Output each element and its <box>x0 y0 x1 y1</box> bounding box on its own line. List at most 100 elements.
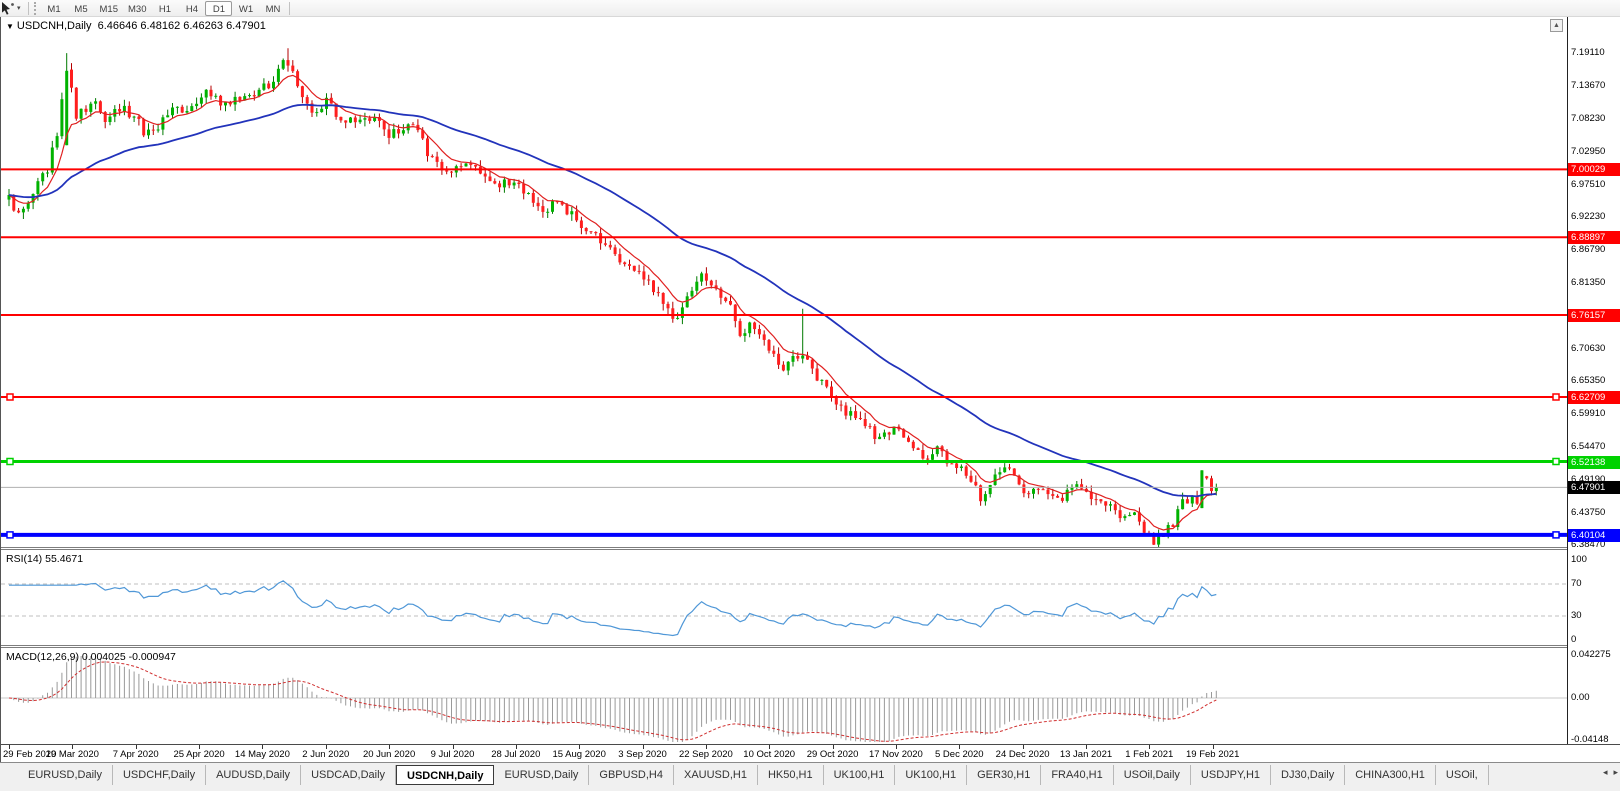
timeframe-button-H4[interactable]: H4 <box>178 1 205 16</box>
price-axis-label: 7.08230 <box>1571 113 1605 125</box>
date-axis-label: 14 May 2020 <box>232 749 292 760</box>
date-axis-label: 13 Jan 2021 <box>1056 749 1116 760</box>
object-list-toggle-icon[interactable]: ▼ <box>6 22 14 31</box>
macd-values: 0.004025 -0.000947 <box>82 651 176 663</box>
chart-symbol-period: USDCNH,Daily <box>17 20 92 32</box>
date-axis-label: 15 Aug 2020 <box>549 749 609 760</box>
date-axis-label: 28 Jul 2020 <box>486 749 546 760</box>
price-line-badge: 6.62709 <box>1568 391 1620 404</box>
price-line-badge: 6.52138 <box>1568 456 1620 469</box>
chart-tab-china300-h1[interactable]: CHINA300,H1 <box>1345 765 1436 785</box>
price-axis-label: 6.86790 <box>1571 244 1605 256</box>
timeframe-button-MN[interactable]: MN <box>259 1 286 16</box>
chart-tab-fra40-h1[interactable]: FRA40,H1 <box>1041 765 1113 785</box>
chart-tab-uk100-h1[interactable]: UK100,H1 <box>895 765 967 785</box>
date-axis-label: 9 Jul 2020 <box>423 749 483 760</box>
toolbar-separator <box>289 2 290 15</box>
rsi-pane[interactable]: RSI(14) 55.4671 <box>1 550 1567 645</box>
chart-tab-usoil-daily[interactable]: USOil,Daily <box>1114 765 1191 785</box>
date-axis-label: 20 Jun 2020 <box>359 749 419 760</box>
chart-tab-audusd-daily[interactable]: AUDUSD,Daily <box>206 765 301 785</box>
chart-tab-gbpusd-h4[interactable]: GBPUSD,H4 <box>589 765 674 785</box>
chart-tab-usdcad-daily[interactable]: USDCAD,Daily <box>301 765 396 785</box>
tab-scroll-right-button[interactable]: ▸ <box>1613 767 1618 778</box>
price-line-badge: 6.40104 <box>1568 529 1620 542</box>
timeframe-button-W1[interactable]: W1 <box>232 1 259 16</box>
chart-scroll-up-button[interactable]: ▲ <box>1550 19 1563 32</box>
mt4-application: ▾ M1M5M15M30H1H4D1W1MN ▼USDCNH,Daily 6.4… <box>0 0 1620 791</box>
date-axis-label: 1 Feb 2021 <box>1119 749 1179 760</box>
chart-tabbar: EURUSD,DailyUSDCHF,DailyAUDUSD,DailyUSDC… <box>0 762 1620 791</box>
price-axis-label: 6.43750 <box>1571 507 1605 519</box>
chart-tab-hk50-h1[interactable]: HK50,H1 <box>758 765 824 785</box>
price-line-badge: 6.88897 <box>1568 231 1620 244</box>
macd-label: MACD(12,26,9) 0.004025 -0.000947 <box>6 651 176 663</box>
price-axis-label: 7.13670 <box>1571 80 1605 92</box>
toolbar-grip-handle[interactable] <box>34 2 37 15</box>
rsi-axis-label: 70 <box>1571 578 1582 590</box>
date-axis-label: 7 Apr 2020 <box>106 749 166 760</box>
price-axis-label: 6.92230 <box>1571 211 1605 223</box>
date-axis-label: 25 Apr 2020 <box>169 749 229 760</box>
chart-tab-eurusd-daily[interactable]: EURUSD,Daily <box>18 765 113 785</box>
timeframe-button-M1[interactable]: M1 <box>41 1 68 16</box>
date-axis-label: 19 Mar 2020 <box>42 749 102 760</box>
macd-axis-label: 0.042275 <box>1571 649 1611 661</box>
rsi-value: 55.4671 <box>45 553 83 565</box>
timeframe-button-H1[interactable]: H1 <box>151 1 178 16</box>
date-axis-label: 22 Sep 2020 <box>676 749 736 760</box>
cursor-tool-dropdown-caret[interactable]: ▾ <box>17 4 21 12</box>
date-axis-label: 3 Sep 2020 <box>613 749 673 760</box>
current-price-badge: 6.47901 <box>1568 481 1620 494</box>
price-line-badge: 7.00029 <box>1568 163 1620 176</box>
timeframe-button-M5[interactable]: M5 <box>68 1 95 16</box>
date-axis-label: 24 Dec 2020 <box>993 749 1053 760</box>
date-axis-label: 19 Feb 2021 <box>1183 749 1243 760</box>
price-axis[interactable]: 7.19110 7.13670 7.08230 7.02950 6.97510 6.922… <box>1567 17 1620 744</box>
chart-tab-xauusd-h1[interactable]: XAUUSD,H1 <box>674 765 758 785</box>
date-axis-label: 5 Dec 2020 <box>929 749 989 760</box>
date-axis[interactable]: 29 Feb 202019 Mar 20207 Apr 202025 Apr 2… <box>1 744 1620 762</box>
price-axis-label: 6.59910 <box>1571 408 1605 420</box>
chart-tab-usoil-[interactable]: USOil, <box>1436 765 1489 785</box>
rsi-axis-label: 30 <box>1571 610 1582 622</box>
macd-axis-label: -0.04148 <box>1571 734 1609 746</box>
timeframe-button-M30[interactable]: M30 <box>123 1 151 16</box>
chart-tab-usdcnh-daily[interactable]: USDCNH,Daily <box>396 765 494 785</box>
price-axis-label: 7.19110 <box>1571 47 1605 59</box>
timeframe-toolbar: ▾ M1M5M15M30H1H4D1W1MN <box>0 0 1620 17</box>
chart-tab-usdchf-daily[interactable]: USDCHF,Daily <box>113 765 206 785</box>
timeframe-button-M15[interactable]: M15 <box>95 1 123 16</box>
price-axis-label: 6.70630 <box>1571 343 1605 355</box>
chart-title: ▼USDCNH,Daily 6.46646 6.48162 6.46263 6.… <box>6 20 266 32</box>
price-line-badge: 6.76157 <box>1568 309 1620 322</box>
macd-pane[interactable]: MACD(12,26,9) 0.004025 -0.000947 <box>1 648 1567 744</box>
chart-tab-ger30-h1[interactable]: GER30,H1 <box>967 765 1041 785</box>
rsi-name: RSI(14) <box>6 553 42 565</box>
chart-tabs: EURUSD,DailyUSDCHF,DailyAUDUSD,DailyUSDC… <box>0 765 1592 785</box>
chart-tab-uk100-h1[interactable]: UK100,H1 <box>824 765 896 785</box>
macd-axis-label: 0.00 <box>1571 692 1590 704</box>
rsi-label: RSI(14) 55.4671 <box>6 553 83 565</box>
price-axis-label: 6.81350 <box>1571 277 1605 289</box>
timeframe-button-D1[interactable]: D1 <box>205 1 232 16</box>
chart-tab-dj30-daily[interactable]: DJ30,Daily <box>1271 765 1345 785</box>
tab-scroll-left-button[interactable]: ◂ <box>1603 767 1608 778</box>
chart-tab-eurusd-daily[interactable]: EURUSD,Daily <box>494 765 589 785</box>
tab-scroll-arrows: ◂ ▸ <box>1603 767 1618 778</box>
date-axis-label: 17 Nov 2020 <box>866 749 926 760</box>
chart-tab-usdjpy-h1[interactable]: USDJPY,H1 <box>1191 765 1271 785</box>
price-axis-label: 6.65350 <box>1571 375 1605 387</box>
price-axis-label: 7.02950 <box>1571 146 1605 158</box>
chart-ohlc-values: 6.46646 6.48162 6.46263 6.47901 <box>98 20 266 32</box>
date-axis-label: 29 Oct 2020 <box>803 749 863 760</box>
price-axis-label: 6.97510 <box>1571 179 1605 191</box>
date-axis-label: 10 Oct 2020 <box>739 749 799 760</box>
timeframe-buttons: M1M5M15M30H1H4D1W1MN <box>41 1 287 16</box>
macd-name: MACD(12,26,9) <box>6 651 79 663</box>
cursor-tool-icon[interactable] <box>1 2 15 15</box>
chart-window: ▼USDCNH,Daily 6.46646 6.48162 6.46263 6.… <box>0 17 1620 762</box>
rsi-axis-label: 0 <box>1571 634 1576 646</box>
price-pane[interactable]: ▼USDCNH,Daily 6.46646 6.48162 6.46263 6.… <box>1 17 1567 547</box>
rsi-axis-label: 100 <box>1571 554 1587 566</box>
